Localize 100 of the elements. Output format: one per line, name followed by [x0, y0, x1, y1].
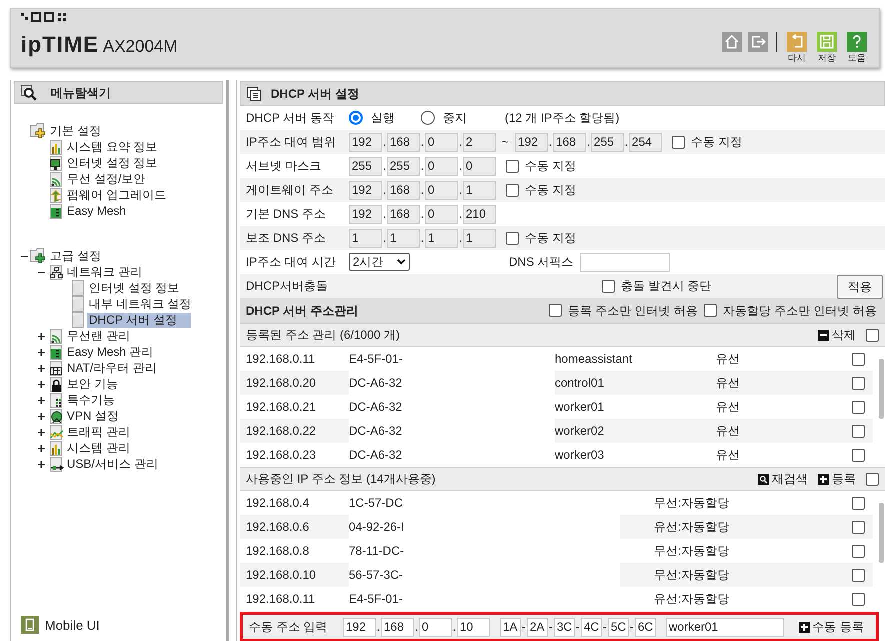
- menu-item[interactable]: DHCP 서버 설정: [87, 312, 192, 328]
- dns-suffix-field[interactable]: [580, 252, 670, 272]
- menu-item[interactable]: 고급 설정: [48, 248, 104, 264]
- expand-icon[interactable]: [38, 460, 44, 468]
- menu-item[interactable]: 네트워크 관리: [65, 264, 144, 280]
- mac-octet-field[interactable]: 5C: [608, 618, 629, 636]
- octet-field[interactable]: 0: [419, 618, 452, 636]
- menu-item[interactable]: Easy Mesh 관리: [65, 344, 156, 360]
- octet-field[interactable]: 192: [349, 180, 382, 200]
- checkbox[interactable]: [852, 424, 865, 438]
- menu-item[interactable]: 내부 네트워크 설정: [87, 296, 194, 312]
- octet-field[interactable]: 0: [425, 180, 458, 200]
- octet-field[interactable]: 210: [463, 204, 496, 224]
- mac-octet-field[interactable]: 4C: [581, 618, 602, 636]
- octet-field[interactable]: 10: [457, 618, 490, 636]
- apply-button[interactable]: 적용: [837, 275, 883, 299]
- menu-item[interactable]: Easy Mesh: [65, 204, 128, 218]
- octet-field[interactable]: 0: [425, 132, 458, 152]
- checkbox[interactable]: [852, 448, 865, 462]
- octet-field[interactable]: 192: [515, 132, 548, 152]
- checkbox[interactable]: [852, 400, 865, 414]
- octet-field[interactable]: 168: [387, 204, 420, 224]
- octet-field[interactable]: 168: [553, 132, 586, 152]
- checkbox[interactable]: [852, 544, 865, 558]
- octet-field[interactable]: 168: [381, 618, 414, 636]
- expand-icon[interactable]: [38, 396, 44, 404]
- mac-octet-field[interactable]: 6C: [635, 618, 656, 636]
- octet-field[interactable]: 1: [463, 228, 496, 248]
- menu-item[interactable]: 트래픽 관리: [65, 424, 132, 440]
- select-all-checkbox[interactable]: [866, 472, 879, 486]
- menu-item[interactable]: 특수기능: [65, 392, 117, 408]
- device-name-field[interactable]: worker01: [666, 618, 784, 636]
- expand-icon[interactable]: [38, 332, 44, 340]
- expand-icon[interactable]: [38, 380, 44, 388]
- menu-item[interactable]: 보안 기능: [65, 376, 120, 392]
- lease-time-select[interactable]: 2시간: [349, 253, 410, 271]
- menu-item[interactable]: 시스템 관리: [65, 440, 132, 456]
- expand-icon[interactable]: [38, 412, 44, 420]
- toolbar-button-label[interactable]: 저장: [818, 53, 836, 63]
- octet-field[interactable]: 0: [463, 156, 496, 176]
- checkbox[interactable]: [506, 184, 519, 196]
- menu-item[interactable]: 시스템 요약 정보: [65, 140, 160, 154]
- expand-icon[interactable]: [38, 444, 44, 452]
- checkbox[interactable]: [506, 232, 519, 244]
- checkbox[interactable]: [852, 376, 865, 390]
- checkbox[interactable]: [852, 568, 865, 582]
- octet-field[interactable]: 168: [387, 180, 420, 200]
- logout-icon[interactable]: [748, 32, 768, 52]
- radio-button[interactable]: [349, 111, 363, 125]
- expand-icon[interactable]: [38, 428, 44, 436]
- menu-item[interactable]: 무선 설정/보안: [65, 172, 148, 186]
- toolbar-button-label[interactable]: 도움: [848, 53, 866, 63]
- mac-octet-field[interactable]: 1A: [500, 618, 521, 636]
- help-icon[interactable]: [847, 32, 867, 52]
- mac-octet-field[interactable]: 2A: [527, 618, 548, 636]
- select-all-checkbox[interactable]: [866, 328, 879, 342]
- octet-field[interactable]: 1: [349, 228, 382, 248]
- expand-icon[interactable]: [38, 348, 44, 356]
- menu-item[interactable]: 인터넷 설정 정보: [65, 156, 160, 170]
- checkbox[interactable]: [852, 592, 865, 606]
- checkbox[interactable]: [602, 280, 615, 292]
- octet-field[interactable]: 1: [425, 228, 458, 248]
- menu-item[interactable]: 무선랜 관리: [65, 328, 132, 344]
- checkbox[interactable]: [506, 160, 519, 172]
- menu-item[interactable]: USB/서비스 관리: [65, 456, 160, 472]
- add-button[interactable]: 등록: [818, 470, 856, 488]
- checkbox[interactable]: [548, 304, 562, 317]
- checkbox[interactable]: [672, 136, 686, 148]
- octet-field[interactable]: 254: [629, 132, 662, 152]
- octet-field[interactable]: 255: [349, 156, 382, 176]
- manual-register-button[interactable]: 수동 등록: [798, 618, 864, 636]
- octet-field[interactable]: 192: [343, 618, 376, 636]
- menu-item[interactable]: 인터넷 설정 정보: [87, 280, 182, 296]
- octet-field[interactable]: 192: [349, 132, 382, 152]
- rescan-button[interactable]: 재검색: [758, 470, 808, 488]
- octet-field[interactable]: 255: [591, 132, 624, 152]
- radio-button[interactable]: [421, 111, 435, 125]
- checkbox[interactable]: [852, 496, 865, 510]
- delete-button[interactable]: 삭제: [818, 326, 856, 344]
- checkbox[interactable]: [852, 352, 865, 366]
- phone-icon[interactable]: [21, 616, 39, 634]
- octet-field[interactable]: 1: [463, 180, 496, 200]
- toolbar-button-label[interactable]: 다시: [788, 53, 806, 63]
- octet-field[interactable]: 2: [463, 132, 496, 152]
- octet-field[interactable]: 0: [425, 204, 458, 224]
- menu-item[interactable]: NAT/라우터 관리: [65, 360, 159, 376]
- menu-item[interactable]: VPN 설정: [65, 408, 122, 424]
- octet-field[interactable]: 1: [387, 228, 420, 248]
- menu-item[interactable]: 기본 설정: [48, 124, 104, 138]
- octet-field[interactable]: 168: [387, 132, 420, 152]
- menu-item[interactable]: 펌웨어 업그레이드: [65, 188, 168, 202]
- expand-icon[interactable]: [38, 364, 44, 372]
- checkbox[interactable]: [852, 520, 865, 534]
- octet-field[interactable]: 255: [387, 156, 420, 176]
- octet-field[interactable]: 0: [425, 156, 458, 176]
- home-icon[interactable]: [722, 32, 742, 52]
- mobile-ui-link[interactable]: Mobile UI: [45, 616, 100, 635]
- checkbox[interactable]: [704, 304, 717, 317]
- mac-octet-field[interactable]: 3C: [554, 618, 575, 636]
- octet-field[interactable]: 192: [349, 204, 382, 224]
